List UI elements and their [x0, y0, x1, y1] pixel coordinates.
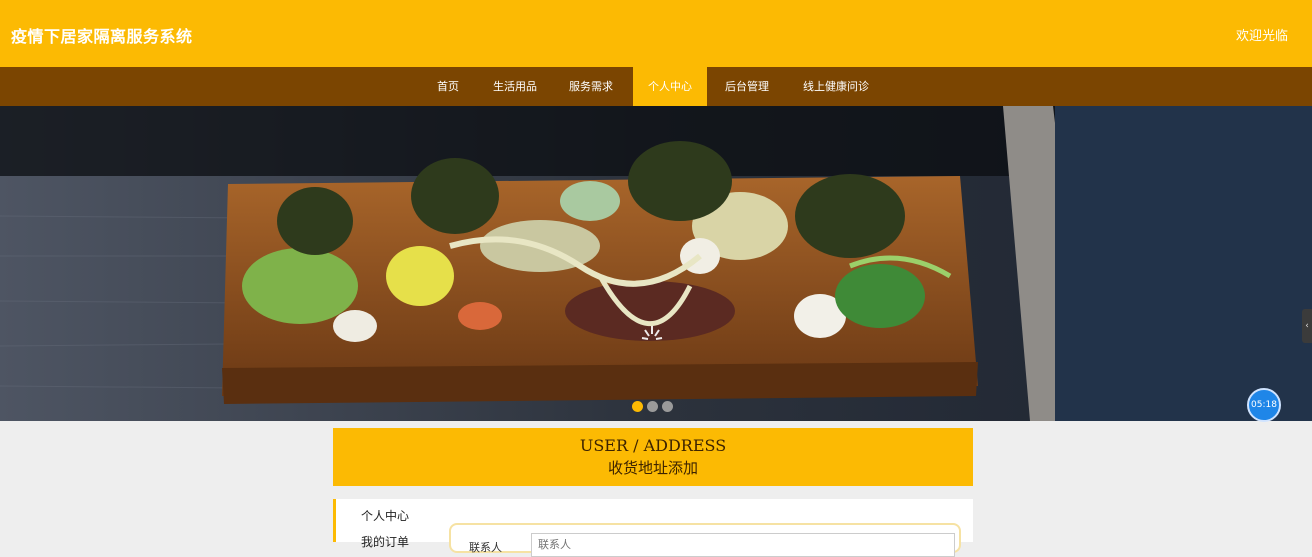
site-header: 疫情下居家隔离服务系统 欢迎光临	[0, 0, 1312, 67]
content-panel: 个人中心 我的订单 联系人	[333, 499, 973, 557]
carousel-dot-1[interactable]	[632, 401, 643, 412]
nav-item-daily-goods[interactable]: 生活用品	[484, 67, 546, 106]
nav-item-service-requests[interactable]: 服务需求	[560, 67, 622, 106]
side-handle-chevron-left-icon[interactable]: ‹	[1302, 309, 1312, 343]
section-title-zh: 收货地址添加	[607, 459, 698, 477]
nav-item-online-consultation[interactable]: 线上健康问诊	[794, 67, 878, 106]
section-title-en: USER / ADDRESS	[579, 436, 727, 455]
timer-badge: 05:18	[1247, 388, 1281, 422]
side-menu-item-personal-center[interactable]: 个人中心	[361, 507, 409, 524]
welcome-text: 欢迎光临	[1235, 29, 1288, 44]
nav-item-personal-center[interactable]: 个人中心	[633, 67, 707, 106]
carousel-dot-3[interactable]	[662, 401, 673, 412]
contact-input[interactable]	[531, 533, 955, 557]
carousel-dot-2[interactable]	[647, 401, 658, 412]
nav-item-home[interactable]: 首页	[425, 67, 471, 106]
section-title-box: USER / ADDRESS 收货地址添加	[333, 428, 973, 486]
nav-item-admin[interactable]: 后台管理	[716, 67, 778, 106]
banner-carousel[interactable]	[0, 106, 1312, 421]
contact-label: 联系人	[469, 541, 502, 554]
side-menu-accent	[333, 499, 336, 542]
main-nav: 首页 生活用品 服务需求 个人中心 后台管理 线上健康问诊	[0, 67, 1312, 106]
banner-food-image	[0, 106, 1312, 421]
address-form: 联系人	[449, 523, 961, 557]
site-title: 疫情下居家隔离服务系统	[11, 27, 193, 46]
